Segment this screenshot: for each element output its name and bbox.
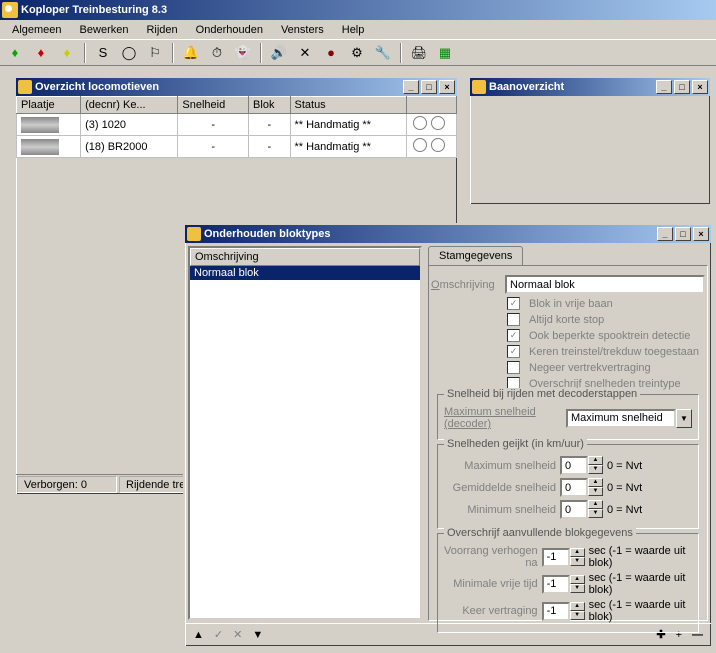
circle-icon[interactable]: ◯ — [118, 42, 140, 64]
desc-label: Omschrijving — [431, 279, 501, 291]
window-blocktypes: Onderhouden bloktypes _ □ × Omschrijving… — [183, 223, 713, 648]
menubar: Algemeen Bewerken Rijden Onderhouden Ven… — [0, 20, 716, 40]
window-icon — [18, 80, 32, 94]
blok-titlebar[interactable]: Onderhouden bloktypes _ □ × — [185, 225, 711, 243]
col-blok[interactable]: Blok — [249, 97, 290, 114]
decoder-speed-dropdown[interactable]: ▼ — [566, 409, 692, 428]
menu-onderhouden[interactable]: Onderhouden — [188, 22, 271, 38]
print-icon[interactable]: 🖨 — [408, 42, 430, 64]
crossing-icon[interactable]: ✕ — [294, 42, 316, 64]
timer-icon[interactable]: ⏱ — [206, 42, 228, 64]
baan-titlebar[interactable]: Baanoverzicht _ □ × — [470, 78, 710, 96]
min-speed-spinner[interactable]: ▲▼ — [560, 500, 603, 519]
check-keren-toegestaan[interactable]: ✓ — [507, 345, 520, 358]
minimize-button[interactable]: _ — [656, 80, 672, 94]
flag-icon[interactable]: ⚐ — [144, 42, 166, 64]
loco-titlebar[interactable]: Overzicht locomotieven _ □ × — [16, 78, 457, 96]
window-icon — [187, 227, 201, 241]
menu-vensters[interactable]: Vensters — [273, 22, 332, 38]
excel-icon[interactable]: ▦ — [434, 42, 456, 64]
min-free-time-spinner[interactable]: ▲▼ — [542, 575, 585, 594]
toolbar: ♦ ♦ ♦ S ◯ ⚐ 🔔 ⏱ 👻 🔊 ✕ ● ⚙ 🔧 🖨 ▦ — [0, 40, 716, 66]
minimize-button[interactable]: _ — [403, 80, 419, 94]
status-hidden: Verborgen: 0 — [17, 476, 117, 493]
indicator-icon — [431, 138, 445, 152]
group-extra-blockdata: Overschrijf aanvullende blokgegevens Voo… — [437, 533, 699, 633]
nav-up-icon[interactable]: ▲ — [193, 629, 204, 641]
window-baan-overview: Baanoverzicht _ □ × — [468, 76, 712, 206]
window-icon — [472, 80, 486, 94]
nav-down-icon[interactable]: ▼ — [252, 629, 263, 641]
signal-red-icon[interactable]: ♦ — [30, 42, 52, 64]
loco-thumb-icon — [21, 139, 59, 155]
cancel-icon[interactable]: ✕ — [233, 628, 242, 641]
close-button[interactable]: × — [439, 80, 455, 94]
group-decoder-speed: Snelheid bij rijden met decoderstappen M… — [437, 394, 699, 440]
list-header[interactable]: Omschrijving — [190, 248, 420, 266]
menu-help[interactable]: Help — [334, 22, 373, 38]
wrench-icon[interactable]: 🔧 — [372, 42, 394, 64]
blok-title: Onderhouden bloktypes — [204, 228, 331, 240]
app-titlebar: Koploper Treinbesturing 8.3 — [0, 0, 716, 20]
col-indicators — [407, 97, 457, 114]
close-button[interactable]: × — [692, 80, 708, 94]
menu-bewerken[interactable]: Bewerken — [72, 22, 137, 38]
ghost-icon[interactable]: 👻 — [232, 42, 254, 64]
app-title: Koploper Treinbesturing 8.3 — [21, 4, 167, 16]
tab-stamgegevens[interactable]: Stamgegevens — [428, 246, 523, 265]
col-snelheid[interactable]: Snelheid — [178, 97, 249, 114]
signal-yellow-icon[interactable]: ♦ — [56, 42, 78, 64]
menu-algemeen[interactable]: Algemeen — [4, 22, 70, 38]
app-icon — [2, 2, 18, 18]
minimize-button[interactable]: _ — [657, 227, 673, 241]
list-item[interactable]: Normaal blok — [190, 266, 420, 280]
loco-table: Plaatje (decnr) Ke... Snelheid Blok Stat… — [16, 96, 457, 158]
maximize-button[interactable]: □ — [421, 80, 437, 94]
avg-speed-spinner[interactable]: ▲▼ — [560, 478, 603, 497]
col-plaatje[interactable]: Plaatje — [17, 97, 81, 114]
stop-icon[interactable]: ● — [320, 42, 342, 64]
sound-icon[interactable]: 🔊 — [268, 42, 290, 64]
menu-rijden[interactable]: Rijden — [138, 22, 185, 38]
group-calibrated-speeds: Snelheden geijkt (in km/uur) Maximum sne… — [437, 444, 699, 529]
table-row[interactable]: (18) BR2000 - - ** Handmatig ** — [17, 136, 457, 158]
maximize-button[interactable]: □ — [675, 227, 691, 241]
loco-title: Overzicht locomotieven — [35, 81, 159, 93]
chevron-down-icon[interactable]: ▼ — [676, 409, 692, 428]
check-blok-vrije-baan[interactable]: ✓ — [507, 297, 520, 310]
indicator-icon — [413, 116, 427, 130]
maximize-button[interactable]: □ — [674, 80, 690, 94]
gear-icon[interactable]: ⚙ — [346, 42, 368, 64]
col-status[interactable]: Status — [290, 97, 407, 114]
check-spooktrein-detectie[interactable]: ✓ — [507, 329, 520, 342]
desc-input[interactable] — [505, 275, 705, 294]
confirm-icon[interactable]: ✓ — [214, 628, 223, 641]
close-button[interactable]: × — [693, 227, 709, 241]
check-altijd-korte-stop[interactable] — [507, 313, 520, 326]
max-speed-spinner[interactable]: ▲▼ — [560, 456, 603, 475]
col-decnr[interactable]: (decnr) Ke... — [81, 97, 178, 114]
indicator-icon — [431, 116, 445, 130]
s-button[interactable]: S — [92, 42, 114, 64]
table-row[interactable]: (3) 1020 - - ** Handmatig ** — [17, 114, 457, 136]
check-negeer-vertraging[interactable] — [507, 361, 520, 374]
signal-green-icon[interactable]: ♦ — [4, 42, 26, 64]
decoder-label: Maximum snelheid (decoder) — [444, 406, 562, 430]
blocktype-list[interactable]: Omschrijving Normaal blok — [188, 246, 422, 620]
baan-title: Baanoverzicht — [489, 81, 564, 93]
priority-spinner[interactable]: ▲▼ — [542, 548, 585, 567]
turn-delay-spinner[interactable]: ▲▼ — [542, 602, 585, 621]
loco-thumb-icon — [21, 117, 59, 133]
bell-icon[interactable]: 🔔 — [180, 42, 202, 64]
indicator-icon — [413, 138, 427, 152]
